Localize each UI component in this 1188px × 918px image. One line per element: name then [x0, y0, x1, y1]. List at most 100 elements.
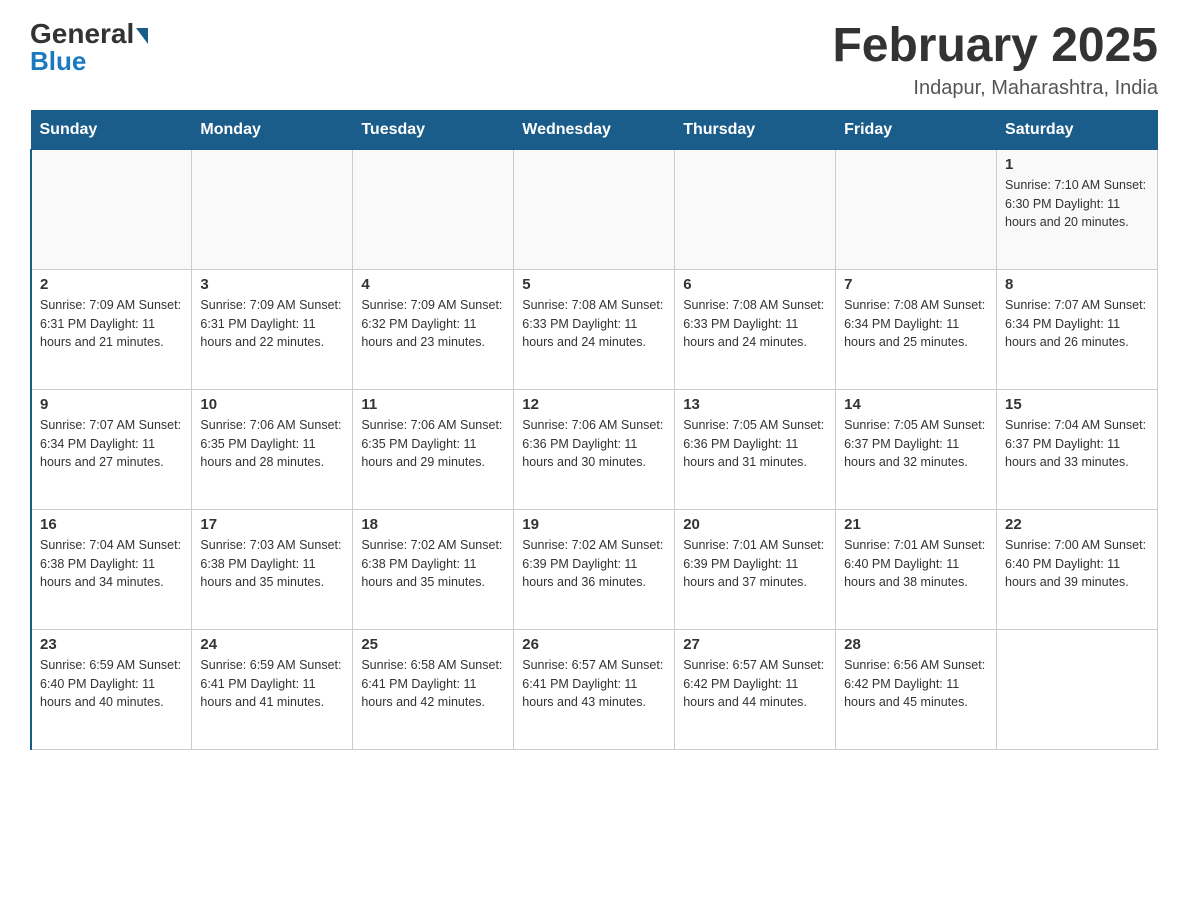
- calendar-cell: [31, 149, 192, 269]
- calendar-cell: [353, 149, 514, 269]
- day-number: 13: [683, 396, 827, 413]
- weekday-header-monday: Monday: [192, 110, 353, 149]
- day-number: 21: [844, 516, 988, 533]
- day-number: 28: [844, 636, 988, 653]
- day-info: Sunrise: 6:57 AM Sunset: 6:42 PM Dayligh…: [683, 656, 827, 712]
- weekday-header-wednesday: Wednesday: [514, 110, 675, 149]
- calendar-cell: 13 Sunrise: 7:05 AM Sunset: 6:36 PM Dayli…: [675, 389, 836, 509]
- day-info: Sunrise: 7:06 AM Sunset: 6:35 PM Dayligh…: [361, 416, 505, 472]
- calendar-cell: 11 Sunrise: 7:06 AM Sunset: 6:35 PM Dayli…: [353, 389, 514, 509]
- day-number: 27: [683, 636, 827, 653]
- day-number: 17: [200, 516, 344, 533]
- day-number: 23: [40, 636, 183, 653]
- calendar-cell: 8Sunrise: 7:07 AM Sunset: 6:34 PM Daylig…: [997, 269, 1158, 389]
- calendar-cell: 3 Sunrise: 7:09 AM Sunset: 6:31 PM Daylig…: [192, 269, 353, 389]
- day-number: 10: [200, 396, 344, 413]
- calendar-cell: 4 Sunrise: 7:09 AM Sunset: 6:32 PM Daylig…: [353, 269, 514, 389]
- calendar-cell: 6 Sunrise: 7:08 AM Sunset: 6:33 PM Daylig…: [675, 269, 836, 389]
- calendar-cell: 9 Sunrise: 7:07 AM Sunset: 6:34 PM Daylig…: [31, 389, 192, 509]
- day-info: Sunrise: 7:04 AM Sunset: 6:37 PM Dayligh…: [1005, 416, 1149, 472]
- calendar-week-5: 23 Sunrise: 6:59 AM Sunset: 6:40 PM Dayli…: [31, 629, 1158, 749]
- day-info: Sunrise: 6:58 AM Sunset: 6:41 PM Dayligh…: [361, 656, 505, 712]
- day-number: 3: [200, 276, 344, 293]
- calendar-cell: 5 Sunrise: 7:08 AM Sunset: 6:33 PM Daylig…: [514, 269, 675, 389]
- day-info: Sunrise: 6:59 AM Sunset: 6:40 PM Dayligh…: [40, 656, 183, 712]
- calendar-week-4: 16 Sunrise: 7:04 AM Sunset: 6:38 PM Dayli…: [31, 509, 1158, 629]
- day-number: 5: [522, 276, 666, 293]
- day-info: Sunrise: 7:05 AM Sunset: 6:36 PM Dayligh…: [683, 416, 827, 472]
- weekday-header-sunday: Sunday: [31, 110, 192, 149]
- calendar-week-1: 1Sunrise: 7:10 AM Sunset: 6:30 PM Daylig…: [31, 149, 1158, 269]
- weekday-header-thursday: Thursday: [675, 110, 836, 149]
- day-number: 25: [361, 636, 505, 653]
- day-info: Sunrise: 7:10 AM Sunset: 6:30 PM Dayligh…: [1005, 176, 1149, 232]
- logo-text: General: [30, 20, 148, 48]
- day-number: 9: [40, 396, 183, 413]
- day-number: 22: [1005, 516, 1149, 533]
- calendar-cell: [514, 149, 675, 269]
- calendar-cell: 2 Sunrise: 7:09 AM Sunset: 6:31 PM Daylig…: [31, 269, 192, 389]
- day-number: 24: [200, 636, 344, 653]
- calendar-cell: [675, 149, 836, 269]
- day-info: Sunrise: 6:56 AM Sunset: 6:42 PM Dayligh…: [844, 656, 988, 712]
- day-info: Sunrise: 7:09 AM Sunset: 6:31 PM Dayligh…: [200, 296, 344, 352]
- day-number: 6: [683, 276, 827, 293]
- month-title: February 2025: [832, 20, 1158, 73]
- weekday-header-saturday: Saturday: [997, 110, 1158, 149]
- day-number: 26: [522, 636, 666, 653]
- logo: General Blue: [30, 20, 148, 77]
- calendar-cell: 10Sunrise: 7:06 AM Sunset: 6:35 PM Dayli…: [192, 389, 353, 509]
- day-info: Sunrise: 7:09 AM Sunset: 6:32 PM Dayligh…: [361, 296, 505, 352]
- weekday-header-tuesday: Tuesday: [353, 110, 514, 149]
- day-info: Sunrise: 6:57 AM Sunset: 6:41 PM Dayligh…: [522, 656, 666, 712]
- day-number: 4: [361, 276, 505, 293]
- calendar-cell: 27 Sunrise: 6:57 AM Sunset: 6:42 PM Dayli…: [675, 629, 836, 749]
- day-info: Sunrise: 7:03 AM Sunset: 6:38 PM Dayligh…: [200, 536, 344, 592]
- calendar-cell: 16 Sunrise: 7:04 AM Sunset: 6:38 PM Dayli…: [31, 509, 192, 629]
- calendar-cell: 1Sunrise: 7:10 AM Sunset: 6:30 PM Daylig…: [997, 149, 1158, 269]
- calendar-cell: 17 Sunrise: 7:03 AM Sunset: 6:38 PM Dayli…: [192, 509, 353, 629]
- calendar-cell: [997, 629, 1158, 749]
- day-number: 11: [361, 396, 505, 413]
- day-number: 8: [1005, 276, 1149, 293]
- calendar-cell: 15 Sunrise: 7:04 AM Sunset: 6:37 PM Dayli…: [997, 389, 1158, 509]
- day-info: Sunrise: 7:08 AM Sunset: 6:33 PM Dayligh…: [522, 296, 666, 352]
- calendar-cell: 21 Sunrise: 7:01 AM Sunset: 6:40 PM Dayli…: [836, 509, 997, 629]
- day-number: 16: [40, 516, 183, 533]
- day-info: Sunrise: 7:08 AM Sunset: 6:34 PM Dayligh…: [844, 296, 988, 352]
- day-info: Sunrise: 7:01 AM Sunset: 6:40 PM Dayligh…: [844, 536, 988, 592]
- calendar-week-2: 2 Sunrise: 7:09 AM Sunset: 6:31 PM Daylig…: [31, 269, 1158, 389]
- day-info: Sunrise: 7:02 AM Sunset: 6:39 PM Dayligh…: [522, 536, 666, 592]
- day-info: Sunrise: 7:05 AM Sunset: 6:37 PM Dayligh…: [844, 416, 988, 472]
- calendar-cell: [192, 149, 353, 269]
- calendar-cell: 26 Sunrise: 6:57 AM Sunset: 6:41 PM Dayli…: [514, 629, 675, 749]
- calendar-cell: 14 Sunrise: 7:05 AM Sunset: 6:37 PM Dayli…: [836, 389, 997, 509]
- day-number: 19: [522, 516, 666, 533]
- day-info: Sunrise: 7:08 AM Sunset: 6:33 PM Dayligh…: [683, 296, 827, 352]
- calendar-body: 1Sunrise: 7:10 AM Sunset: 6:30 PM Daylig…: [31, 149, 1158, 749]
- day-info: Sunrise: 7:02 AM Sunset: 6:38 PM Dayligh…: [361, 536, 505, 592]
- weekday-header-friday: Friday: [836, 110, 997, 149]
- day-info: Sunrise: 7:09 AM Sunset: 6:31 PM Dayligh…: [40, 296, 183, 352]
- logo-blue: Blue: [30, 46, 86, 77]
- calendar-week-3: 9 Sunrise: 7:07 AM Sunset: 6:34 PM Daylig…: [31, 389, 1158, 509]
- calendar-cell: 20 Sunrise: 7:01 AM Sunset: 6:39 PM Dayli…: [675, 509, 836, 629]
- calendar-cell: 7Sunrise: 7:08 AM Sunset: 6:34 PM Daylig…: [836, 269, 997, 389]
- day-info: Sunrise: 7:06 AM Sunset: 6:36 PM Dayligh…: [522, 416, 666, 472]
- calendar-table: SundayMondayTuesdayWednesdayThursdayFrid…: [30, 110, 1158, 750]
- day-number: 2: [40, 276, 183, 293]
- day-info: Sunrise: 7:01 AM Sunset: 6:39 PM Dayligh…: [683, 536, 827, 592]
- page-header: General Blue February 2025 Indapur, Maha…: [30, 20, 1158, 100]
- title-block: February 2025 Indapur, Maharashtra, Indi…: [832, 20, 1158, 100]
- day-info: Sunrise: 7:07 AM Sunset: 6:34 PM Dayligh…: [40, 416, 183, 472]
- calendar-cell: 25 Sunrise: 6:58 AM Sunset: 6:41 PM Dayli…: [353, 629, 514, 749]
- calendar-cell: 28 Sunrise: 6:56 AM Sunset: 6:42 PM Dayli…: [836, 629, 997, 749]
- day-info: Sunrise: 7:04 AM Sunset: 6:38 PM Dayligh…: [40, 536, 183, 592]
- calendar-cell: [836, 149, 997, 269]
- day-number: 15: [1005, 396, 1149, 413]
- day-number: 18: [361, 516, 505, 533]
- day-number: 14: [844, 396, 988, 413]
- calendar-cell: 12Sunrise: 7:06 AM Sunset: 6:36 PM Dayli…: [514, 389, 675, 509]
- day-number: 20: [683, 516, 827, 533]
- day-info: Sunrise: 7:00 AM Sunset: 6:40 PM Dayligh…: [1005, 536, 1149, 592]
